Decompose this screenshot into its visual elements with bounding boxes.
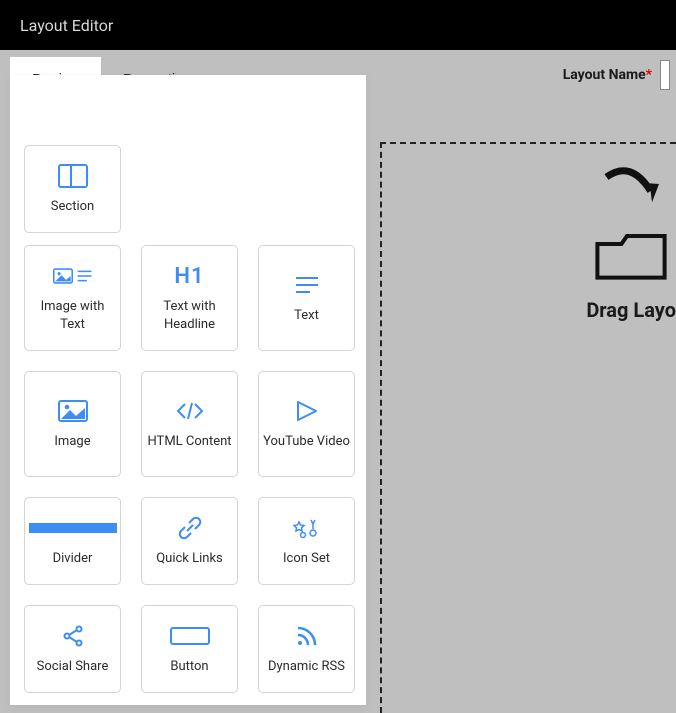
component-label: Social Share <box>37 658 109 676</box>
rss-icon <box>287 622 327 650</box>
share-icon <box>53 622 93 650</box>
play-icon <box>287 397 327 425</box>
header-bar: Layout Editor <box>0 0 676 50</box>
component-label: Quick Links <box>156 550 223 568</box>
text-lines-icon <box>287 271 327 299</box>
dropzone-graphic: Drag Layo <box>586 156 676 322</box>
component-label: Divider <box>53 550 93 568</box>
drop-arrow-icon <box>596 156 666 226</box>
layout-name-area: Layout Name* <box>563 60 676 90</box>
component-label: Text <box>294 307 319 325</box>
component-section[interactable]: Section <box>24 145 121 233</box>
image-with-text-icon <box>53 262 93 290</box>
component-icon-set[interactable]: Icon Set <box>258 497 355 585</box>
components-panel: Section Image with Text H1 Text with Hea… <box>10 75 366 705</box>
component-button[interactable]: Button <box>141 605 238 693</box>
layout-dropzone[interactable]: Drag Layo <box>380 142 676 713</box>
component-label: Section <box>51 198 94 216</box>
component-text-with-headline[interactable]: H1 Text with Headline <box>141 245 238 351</box>
component-label: YouTube Video <box>263 433 350 451</box>
component-text[interactable]: Text <box>258 245 355 351</box>
section-icon <box>53 162 93 190</box>
divider-icon <box>29 514 117 542</box>
layout-name-label: Layout Name* <box>563 67 652 83</box>
folder-open-icon <box>591 226 671 286</box>
component-social-share[interactable]: Social Share <box>24 605 121 693</box>
component-label: Image with Text <box>29 298 116 333</box>
dropzone-text: Drag Layo <box>586 298 676 322</box>
app-title: Layout Editor <box>20 16 113 35</box>
component-quick-links[interactable]: Quick Links <box>141 497 238 585</box>
component-youtube-video[interactable]: YouTube Video <box>258 371 355 477</box>
component-dynamic-rss[interactable]: Dynamic RSS <box>258 605 355 693</box>
component-label: Button <box>170 658 208 676</box>
link-icon <box>170 514 210 542</box>
component-image-with-text[interactable]: Image with Text <box>24 245 121 351</box>
button-icon <box>170 622 210 650</box>
layout-name-input[interactable] <box>660 60 670 90</box>
code-icon <box>170 397 210 425</box>
image-icon <box>53 397 93 425</box>
component-label: Image <box>54 433 90 451</box>
component-divider[interactable]: Divider <box>24 497 121 585</box>
h1-icon: H1 <box>170 262 210 290</box>
component-label: Icon Set <box>283 550 330 568</box>
component-label: HTML Content <box>147 433 231 451</box>
component-image[interactable]: Image <box>24 371 121 477</box>
component-label: Dynamic RSS <box>268 658 345 676</box>
component-html-content[interactable]: HTML Content <box>141 371 238 477</box>
component-label: Text with Headline <box>146 298 233 333</box>
icon-set-icon <box>287 514 327 542</box>
